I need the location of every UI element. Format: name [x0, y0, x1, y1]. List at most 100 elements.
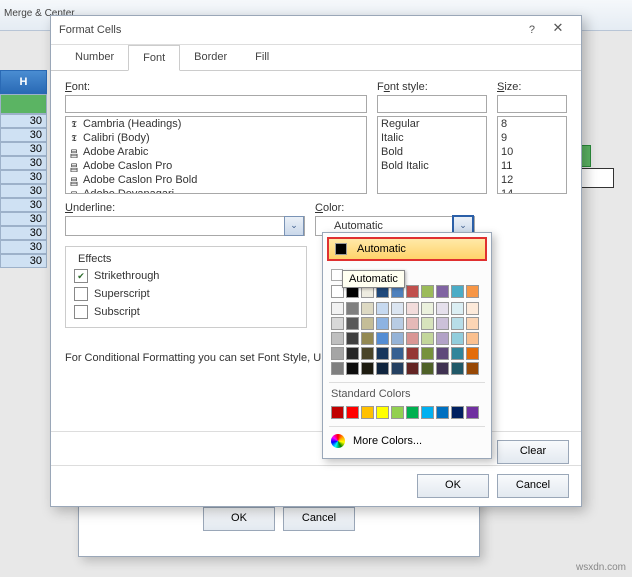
tab-font[interactable]: Font [128, 45, 180, 71]
superscript-checkbox[interactable]: Superscript [74, 287, 298, 301]
list-item[interactable]: 8 [498, 117, 566, 131]
color-swatch[interactable] [421, 317, 434, 330]
color-swatch[interactable] [436, 406, 449, 419]
subscript-checkbox[interactable]: Subscript [74, 305, 298, 319]
color-swatch[interactable] [376, 332, 389, 345]
font-style-input[interactable] [377, 95, 487, 113]
color-swatch[interactable] [376, 362, 389, 375]
color-swatch[interactable] [466, 332, 479, 345]
color-swatch[interactable] [346, 406, 359, 419]
color-swatch[interactable] [466, 285, 479, 298]
list-item[interactable]: 昌Adobe Arabic [66, 145, 366, 159]
color-swatch[interactable] [406, 285, 419, 298]
font-input[interactable] [65, 95, 367, 113]
color-swatch[interactable] [451, 332, 464, 345]
ok-button[interactable]: OK [417, 474, 489, 498]
list-item[interactable]: Italic [378, 131, 486, 145]
color-swatch[interactable] [406, 347, 419, 360]
color-swatch[interactable] [361, 317, 374, 330]
color-swatch[interactable] [421, 347, 434, 360]
color-swatch[interactable] [466, 406, 479, 419]
table-row[interactable]: 30 [0, 142, 47, 156]
size-listbox[interactable]: 8 9 10 11 12 14 [497, 116, 567, 194]
tab-border[interactable]: Border [180, 45, 241, 70]
color-swatch[interactable] [391, 332, 404, 345]
color-swatch[interactable] [451, 302, 464, 315]
font-style-listbox[interactable]: Regular Italic Bold Bold Italic [377, 116, 487, 194]
color-swatch[interactable] [466, 317, 479, 330]
list-item[interactable]: 10 [498, 145, 566, 159]
list-item[interactable]: 𝕿Cambria (Headings) [66, 117, 366, 131]
titlebar[interactable]: Format Cells ? ✕ [51, 16, 581, 45]
list-item[interactable]: 昌Adobe Devanagari [66, 187, 366, 194]
color-swatch[interactable] [406, 332, 419, 345]
color-swatch[interactable] [451, 285, 464, 298]
color-swatch[interactable] [451, 347, 464, 360]
chevron-down-icon[interactable]: ⌄ [284, 216, 304, 236]
color-swatch[interactable] [346, 362, 359, 375]
color-swatch[interactable] [331, 347, 344, 360]
more-colors-option[interactable]: More Colors... [323, 430, 491, 452]
color-swatch[interactable] [421, 362, 434, 375]
color-swatch[interactable] [406, 362, 419, 375]
color-swatch[interactable] [346, 332, 359, 345]
color-swatch[interactable] [451, 317, 464, 330]
list-item[interactable]: Bold Italic [378, 159, 486, 173]
table-row[interactable]: 30 [0, 226, 47, 240]
color-swatch[interactable] [436, 317, 449, 330]
color-swatch[interactable] [331, 317, 344, 330]
ok-button-secondary[interactable]: OK [203, 507, 275, 531]
color-swatch[interactable] [436, 347, 449, 360]
color-swatch[interactable] [391, 302, 404, 315]
color-swatch[interactable] [361, 347, 374, 360]
list-item[interactable]: 昌Adobe Caslon Pro [66, 159, 366, 173]
color-swatch[interactable] [406, 406, 419, 419]
color-swatch[interactable] [361, 362, 374, 375]
color-swatch[interactable] [436, 362, 449, 375]
color-swatch[interactable] [436, 332, 449, 345]
color-swatch[interactable] [331, 332, 344, 345]
list-item[interactable]: 12 [498, 173, 566, 187]
color-swatch[interactable] [451, 362, 464, 375]
list-item[interactable]: 昌Adobe Caslon Pro Bold [66, 173, 366, 187]
color-swatch[interactable] [451, 406, 464, 419]
color-swatch[interactable] [391, 362, 404, 375]
color-swatch[interactable] [406, 317, 419, 330]
color-swatch[interactable] [421, 332, 434, 345]
list-item[interactable]: 9 [498, 131, 566, 145]
close-icon[interactable]: ✕ [543, 20, 573, 40]
color-swatch[interactable] [361, 302, 374, 315]
color-swatch[interactable] [421, 302, 434, 315]
cancel-button-secondary[interactable]: Cancel [283, 507, 355, 531]
list-item[interactable]: Regular [378, 117, 486, 131]
strikethrough-checkbox[interactable]: Strikethrough [74, 269, 298, 283]
table-row[interactable]: 30 [0, 184, 47, 198]
table-row[interactable]: 30 [0, 240, 47, 254]
help-icon[interactable]: ? [529, 24, 535, 36]
color-swatch[interactable] [361, 406, 374, 419]
table-row[interactable]: 30 [0, 170, 47, 184]
color-swatch[interactable] [361, 332, 374, 345]
tab-number[interactable]: Number [61, 45, 128, 70]
table-row[interactable]: 30 [0, 156, 47, 170]
color-swatch[interactable] [391, 317, 404, 330]
color-swatch[interactable] [376, 302, 389, 315]
color-swatch[interactable] [331, 302, 344, 315]
color-swatch[interactable] [436, 302, 449, 315]
color-swatch[interactable] [466, 362, 479, 375]
size-input[interactable] [497, 95, 567, 113]
color-swatch[interactable] [346, 302, 359, 315]
tab-fill[interactable]: Fill [241, 45, 283, 70]
column-header[interactable]: H [0, 70, 47, 94]
automatic-color-option[interactable]: Automatic [327, 237, 487, 261]
font-listbox[interactable]: 𝕿Cambria (Headings) 𝕿Calibri (Body) 昌Ado… [65, 116, 367, 194]
color-swatch[interactable] [346, 317, 359, 330]
color-swatch[interactable] [376, 406, 389, 419]
color-swatch[interactable] [436, 285, 449, 298]
table-row[interactable]: 30 [0, 254, 47, 268]
list-item[interactable]: 11 [498, 159, 566, 173]
table-row[interactable]: 30 [0, 114, 47, 128]
table-row[interactable]: 30 [0, 128, 47, 142]
color-swatch[interactable] [331, 406, 344, 419]
list-item[interactable]: Bold [378, 145, 486, 159]
